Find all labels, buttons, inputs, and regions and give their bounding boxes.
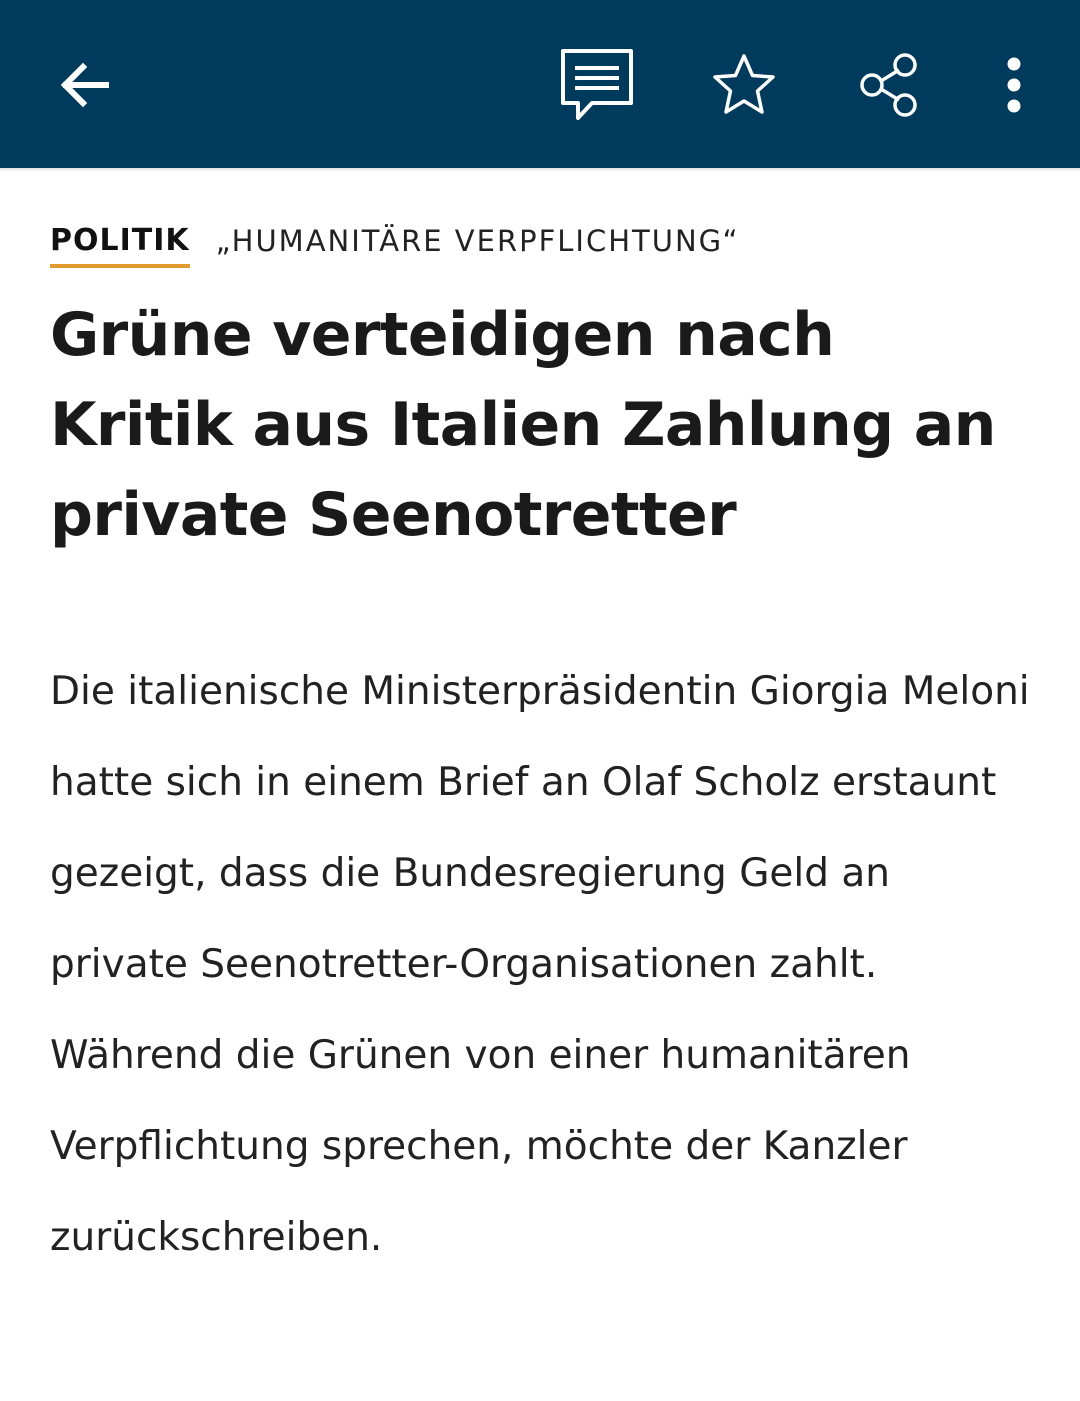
more-options-button[interactable]: [969, 40, 1059, 130]
share-icon: [860, 53, 917, 117]
kicker: POLITIK „HUMANITÄRE VERPFLICHTUNG“: [50, 206, 1030, 272]
article-teaser: Die italienische Ministerpräsidentin Gio…: [50, 669, 1030, 1260]
category-link[interactable]: POLITIK: [50, 206, 190, 268]
top-app-bar: [0, 0, 1080, 168]
more-vertical-icon: [1007, 57, 1021, 113]
article-headline: Grüne verteidigen nach Kritik aus Italie…: [50, 300, 996, 550]
star-icon: [713, 54, 775, 114]
toolbar-shadow: [0, 168, 1080, 172]
comment-icon: [561, 49, 633, 120]
arrow-left-icon: [60, 62, 109, 108]
article-content: POLITIK „HUMANITÄRE VERPFLICHTUNG“ Grüne…: [50, 206, 1030, 1283]
back-button[interactable]: [39, 40, 129, 130]
bookmark-button[interactable]: [699, 40, 789, 130]
share-button[interactable]: [843, 40, 933, 130]
article-screen: POLITIK „HUMANITÄRE VERPFLICHTUNG“ Grüne…: [0, 0, 1080, 1401]
comments-button[interactable]: [552, 40, 642, 130]
topline: „HUMANITÄRE VERPFLICHTUNG“: [215, 224, 740, 258]
